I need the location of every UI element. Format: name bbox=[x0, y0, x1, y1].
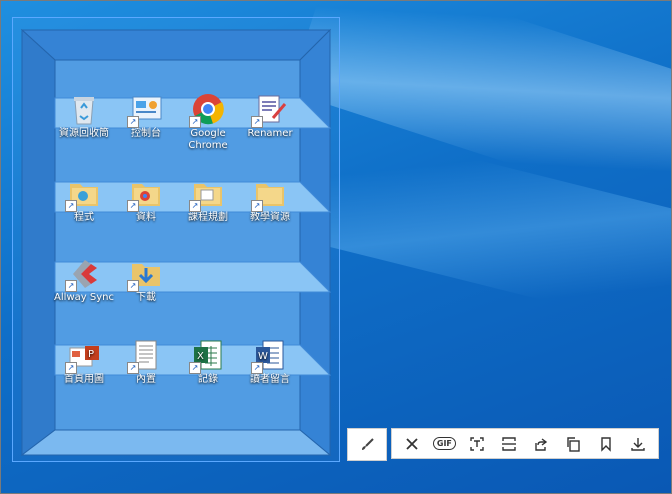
shortcut-arrow-icon: ↗ bbox=[127, 280, 139, 292]
powerpoint-icon: P ↗ bbox=[65, 338, 101, 374]
icon-label: 首頁用圖 bbox=[64, 374, 104, 385]
svg-text:P: P bbox=[88, 349, 94, 360]
desktop-icon-teaching-folder[interactable]: ↗ 教學資源 bbox=[238, 176, 302, 224]
bookmark-button[interactable] bbox=[595, 433, 617, 455]
icon-label: 課程規劃 bbox=[188, 212, 228, 223]
shortcut-arrow-icon: ↗ bbox=[189, 116, 201, 128]
chrome-icon: ↗ bbox=[189, 92, 225, 128]
shortcut-arrow-icon: ↗ bbox=[127, 116, 139, 128]
copy-icon bbox=[567, 436, 581, 452]
download-folder-icon: ↗ bbox=[127, 256, 163, 292]
icon-label: 記錄 bbox=[198, 374, 218, 385]
shortcut-arrow-icon: ↗ bbox=[65, 200, 77, 212]
icon-label: 內置 bbox=[136, 374, 156, 385]
download-icon bbox=[631, 437, 645, 451]
shortcut-arrow-icon: ↗ bbox=[189, 362, 201, 374]
shortcut-arrow-icon: ↗ bbox=[65, 362, 77, 374]
share-icon bbox=[535, 437, 548, 451]
capture-toolbar: GIF bbox=[391, 428, 659, 459]
icon-label: 資源回收筒 bbox=[59, 128, 109, 139]
brush-button[interactable] bbox=[347, 428, 387, 461]
shortcut-arrow-icon: ↗ bbox=[251, 362, 263, 374]
desktop-icon-records[interactable]: X ↗ 記錄 bbox=[176, 338, 240, 386]
recycle-bin-icon bbox=[67, 92, 101, 126]
excel-icon: X ↗ bbox=[189, 338, 225, 374]
text-recognition-button[interactable] bbox=[466, 433, 488, 455]
desktop-icon-content[interactable]: ↗ 內置 bbox=[114, 338, 178, 386]
desktop-icon-homepage-images[interactable]: P ↗ 首頁用圖 bbox=[52, 338, 116, 386]
shortcut-arrow-icon: ↗ bbox=[65, 280, 77, 292]
folder-icon: ↗ bbox=[189, 176, 225, 212]
icon-label: Google Chrome bbox=[188, 128, 228, 151]
icon-label: 程式 bbox=[74, 212, 94, 223]
gif-button[interactable]: GIF bbox=[432, 433, 456, 455]
icon-label: 教學資源 bbox=[250, 212, 290, 223]
desktop-icon-recycle-bin[interactable]: 資源回收筒 bbox=[52, 92, 116, 140]
icon-label: 資料 bbox=[136, 212, 156, 223]
close-icon bbox=[406, 437, 418, 450]
text-ocr-icon bbox=[469, 436, 484, 451]
desktop-icon-control-panel[interactable]: ↗ 控制台 bbox=[114, 92, 178, 140]
svg-text:X: X bbox=[197, 351, 204, 362]
shortcut-arrow-icon: ↗ bbox=[251, 116, 263, 128]
folder-icon: ↗ bbox=[127, 176, 163, 212]
renamer-icon: ↗ bbox=[251, 92, 287, 128]
control-panel-icon: ↗ bbox=[127, 92, 163, 128]
icon-label: Renamer bbox=[247, 128, 293, 139]
bookmark-icon bbox=[600, 436, 611, 452]
icon-label: 下載 bbox=[136, 292, 156, 303]
svg-text:W: W bbox=[258, 351, 268, 362]
shortcut-arrow-icon: ↗ bbox=[251, 200, 263, 212]
download-button[interactable] bbox=[627, 433, 649, 455]
copy-button[interactable] bbox=[562, 433, 584, 455]
close-button[interactable] bbox=[401, 433, 423, 455]
folder-icon: ↗ bbox=[65, 176, 101, 212]
desktop-icon-course-folder[interactable]: ↗ 課程規劃 bbox=[176, 176, 240, 224]
document-icon: ↗ bbox=[127, 338, 163, 374]
desktop-icon-downloads[interactable]: ↗ 下載 bbox=[114, 256, 178, 304]
desktop-icon-allway-sync[interactable]: ↗ Allway Sync bbox=[52, 256, 116, 304]
selection-rectangle bbox=[12, 17, 340, 462]
shortcut-arrow-icon: ↗ bbox=[127, 362, 139, 374]
shortcut-arrow-icon: ↗ bbox=[127, 200, 139, 212]
icon-label: 讀者留言 bbox=[250, 374, 290, 385]
share-button[interactable] bbox=[530, 433, 552, 455]
icon-label: Allway Sync bbox=[54, 292, 114, 303]
desktop-icon-programs-folder[interactable]: ↗ 程式 bbox=[52, 176, 116, 224]
desktop-icon-google-chrome[interactable]: ↗ Google Chrome bbox=[176, 92, 240, 152]
icon-label: 控制台 bbox=[131, 128, 161, 139]
scroll-capture-icon bbox=[501, 436, 516, 451]
brush-icon bbox=[362, 437, 374, 450]
scroll-capture-button[interactable] bbox=[498, 433, 520, 455]
desktop-icon-renamer[interactable]: ↗ Renamer bbox=[238, 92, 302, 140]
shortcut-arrow-icon: ↗ bbox=[189, 200, 201, 212]
folder-icon: ↗ bbox=[251, 176, 287, 212]
desktop-icon-reader-messages[interactable]: W ↗ 讀者留言 bbox=[238, 338, 302, 386]
desktop-icon-data-folder[interactable]: ↗ 資料 bbox=[114, 176, 178, 224]
allway-sync-icon: ↗ bbox=[65, 256, 101, 292]
word-icon: W ↗ bbox=[251, 338, 287, 374]
gif-icon: GIF bbox=[432, 437, 456, 450]
